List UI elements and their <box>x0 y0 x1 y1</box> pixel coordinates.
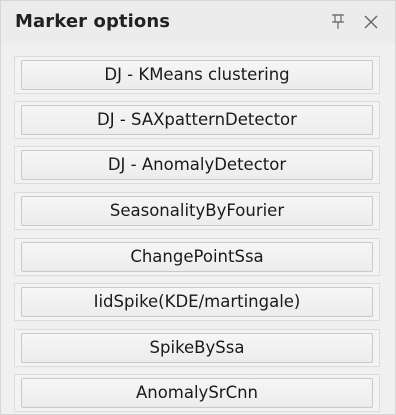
button-frame: DJ - SAXpatternDetector <box>14 101 380 139</box>
close-icon[interactable] <box>361 12 381 32</box>
button-frame: DJ - AnomalyDetector <box>14 146 380 184</box>
button-frame: AnomalySrCnn <box>14 374 380 412</box>
button-frame: ChangePointSsa <box>14 238 380 276</box>
sax-pattern-detector-button[interactable]: DJ - SAXpatternDetector <box>21 105 373 135</box>
button-frame: SeasonalityByFourier <box>14 192 380 230</box>
spike-by-ssa-button[interactable]: SpikeBySsa <box>21 333 373 363</box>
panel-header: Marker options <box>1 1 395 43</box>
anomaly-detector-button[interactable]: DJ - AnomalyDetector <box>21 150 373 180</box>
seasonality-by-fourier-button[interactable]: SeasonalityByFourier <box>21 196 373 226</box>
button-frame: IidSpike(KDE/martingale) <box>14 283 380 321</box>
change-point-ssa-button[interactable]: ChangePointSsa <box>21 242 373 272</box>
anomaly-sr-cnn-button[interactable]: AnomalySrCnn <box>21 378 373 408</box>
marker-options-panel: Marker options DJ - KMeans clustering DJ… <box>0 0 396 415</box>
iid-spike-button[interactable]: IidSpike(KDE/martingale) <box>21 287 373 317</box>
button-frame: SpikeBySsa <box>14 329 380 367</box>
panel-title: Marker options <box>15 11 171 32</box>
pin-icon[interactable] <box>329 12 347 32</box>
button-frame: DJ - KMeans clustering <box>14 56 380 94</box>
kmeans-clustering-button[interactable]: DJ - KMeans clustering <box>21 60 373 90</box>
